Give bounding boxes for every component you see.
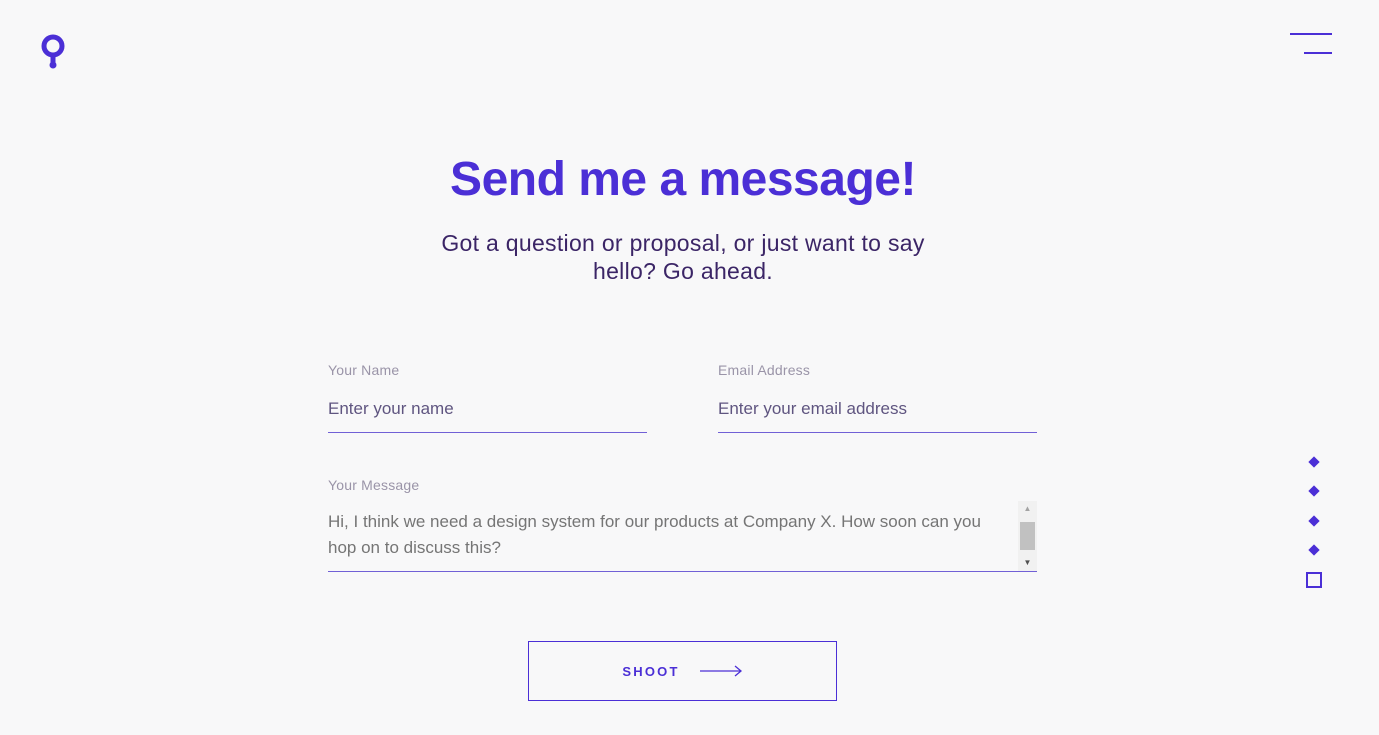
message-field-label: Your Message [328, 477, 420, 493]
hamburger-menu-icon-line-bottom [1304, 52, 1332, 54]
page-section-nav [1303, 452, 1325, 592]
page-subtitle: Got a question or proposal, or just want… [441, 230, 925, 284]
page-nav-item-1[interactable] [1308, 456, 1320, 468]
scroll-up-arrow-icon[interactable]: ▲ [1018, 501, 1037, 517]
diamond-icon [1308, 485, 1320, 497]
diamond-icon [1308, 456, 1320, 468]
name-field-label: Your Name [328, 362, 400, 378]
hamburger-menu-icon-line-top [1290, 33, 1332, 35]
page-nav-item-3[interactable] [1308, 515, 1320, 527]
scrollbar-thumb[interactable] [1020, 522, 1035, 550]
logo[interactable] [40, 33, 66, 71]
message-field[interactable] [328, 509, 1008, 569]
location-pin-icon [41, 34, 65, 69]
diamond-icon [1308, 544, 1320, 556]
email-field-label: Email Address [718, 362, 811, 378]
message-scrollbar[interactable]: ▲ ▼ [1018, 501, 1037, 571]
arrow-right-icon [699, 665, 742, 677]
page-nav-item-2[interactable] [1308, 485, 1320, 497]
menu-button[interactable] [1290, 33, 1333, 55]
name-field[interactable] [328, 396, 647, 433]
diamond-icon [1308, 515, 1320, 527]
submit-button[interactable]: SHOOT [528, 641, 837, 701]
page-nav-item-4[interactable] [1308, 544, 1320, 556]
scroll-down-arrow-icon[interactable]: ▼ [1018, 555, 1037, 571]
message-field-container: ▲ ▼ [328, 501, 1037, 572]
page-nav-item-5-active[interactable] [1306, 572, 1322, 588]
submit-button-label: SHOOT [622, 663, 680, 679]
page-title: Send me a message! [450, 153, 916, 206]
email-field[interactable] [718, 396, 1037, 433]
